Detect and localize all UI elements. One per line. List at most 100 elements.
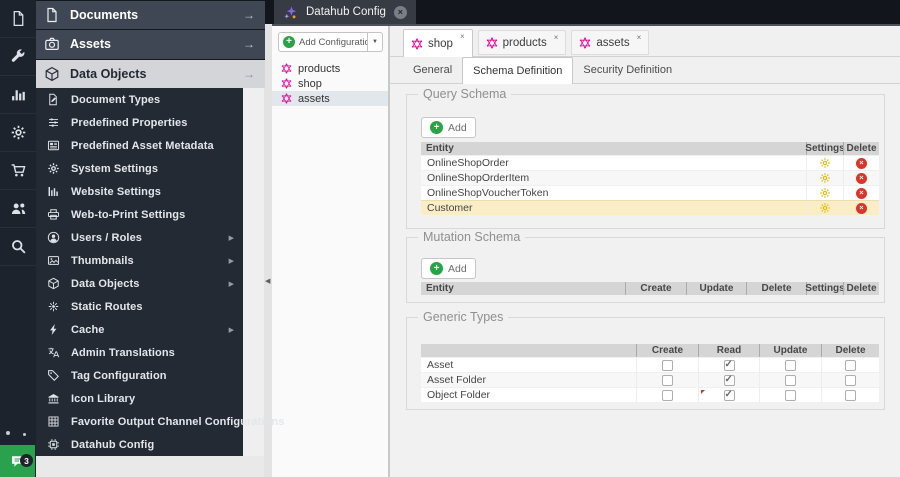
add-configuration-button[interactable]: + Add Configuration bbox=[278, 32, 368, 52]
workspace-tabbar: Datahub Config × bbox=[264, 0, 900, 26]
submenu-item-icon bbox=[47, 185, 60, 198]
query-schema-row[interactable]: Customer × bbox=[421, 200, 879, 215]
config-tab[interactable]: assets × bbox=[571, 30, 650, 55]
table-header: Create Read Update Delete bbox=[421, 344, 879, 357]
settings-gear-icon[interactable] bbox=[819, 187, 831, 199]
delete-checkbox[interactable] bbox=[845, 374, 856, 386]
column-header-delete2[interactable]: Delete bbox=[843, 282, 879, 295]
configuration-tree-item[interactable]: products bbox=[272, 61, 388, 76]
submenu-item[interactable]: Thumbnails ▶ bbox=[36, 249, 243, 272]
config-tab[interactable]: shop × bbox=[403, 29, 473, 57]
close-icon[interactable]: × bbox=[637, 33, 642, 42]
settings-gear-icon[interactable] bbox=[819, 202, 831, 214]
strip-tool-button[interactable] bbox=[0, 76, 36, 114]
strip-tool-button[interactable] bbox=[0, 152, 36, 190]
read-checkbox[interactable] bbox=[723, 374, 735, 386]
column-header-settings[interactable]: Settings bbox=[805, 142, 845, 155]
strip-tool-icon bbox=[10, 48, 27, 65]
column-header-update[interactable]: Update bbox=[759, 344, 821, 357]
settings-gear-icon[interactable] bbox=[819, 172, 831, 184]
update-checkbox[interactable] bbox=[785, 374, 796, 386]
column-header-create[interactable]: Create bbox=[625, 282, 686, 295]
workspace-tab-datahub-config[interactable]: Datahub Config × bbox=[274, 0, 416, 24]
menu-header-icon bbox=[44, 36, 60, 52]
delete-icon[interactable]: × bbox=[856, 157, 867, 169]
definition-subtab-label: Security Definition bbox=[583, 64, 673, 76]
submenu-item[interactable]: System Settings ▶ bbox=[36, 157, 243, 180]
strip-tool-icon bbox=[10, 238, 27, 255]
config-tab[interactable]: products × bbox=[477, 30, 567, 55]
submenu-item-icon bbox=[47, 231, 60, 244]
column-header-read[interactable]: Read bbox=[698, 344, 759, 357]
submenu-item[interactable]: Website Settings ▶ bbox=[36, 180, 243, 203]
column-header-delete[interactable]: Delete bbox=[843, 142, 879, 155]
delete-icon[interactable]: × bbox=[856, 187, 867, 199]
close-icon[interactable]: × bbox=[554, 33, 559, 42]
strip-tool-button[interactable] bbox=[0, 190, 36, 228]
entity-cell: Customer bbox=[427, 202, 473, 214]
column-header-create[interactable]: Create bbox=[636, 344, 698, 357]
submenu-item[interactable]: Cache ▶ bbox=[36, 318, 243, 341]
update-checkbox[interactable] bbox=[785, 359, 796, 371]
column-header-delete[interactable]: Delete bbox=[746, 282, 806, 295]
mutation-schema-add-button[interactable]: + Add bbox=[421, 258, 476, 279]
graphql-icon bbox=[411, 37, 423, 50]
create-checkbox[interactable] bbox=[662, 374, 673, 386]
delete-icon[interactable]: × bbox=[856, 172, 867, 184]
close-icon[interactable]: × bbox=[460, 32, 465, 41]
submenu-item[interactable]: Data Objects ▶ bbox=[36, 272, 243, 295]
read-checkbox[interactable] bbox=[723, 359, 735, 371]
column-header-entity[interactable]: Entity bbox=[421, 282, 625, 295]
submenu-item[interactable]: Users / Roles ▶ bbox=[36, 226, 243, 249]
submenu-item[interactable]: Static Routes ▶ bbox=[36, 295, 243, 318]
update-checkbox[interactable] bbox=[785, 389, 796, 401]
delete-checkbox[interactable] bbox=[845, 389, 856, 401]
close-icon[interactable]: × bbox=[393, 5, 407, 19]
submenu-item[interactable]: Tag Configuration ▶ bbox=[36, 364, 243, 387]
definition-subtab[interactable]: General bbox=[403, 58, 462, 82]
column-header-settings[interactable]: Settings bbox=[805, 282, 845, 295]
create-checkbox[interactable] bbox=[662, 359, 673, 371]
strip-tool-button[interactable] bbox=[0, 228, 36, 266]
strip-tool-button[interactable] bbox=[0, 38, 36, 76]
column-header-update[interactable]: Update bbox=[686, 282, 746, 295]
submenu-item[interactable]: Datahub Config ▶ bbox=[36, 433, 243, 456]
configuration-tree-item[interactable]: shop bbox=[272, 76, 388, 91]
delete-checkbox[interactable] bbox=[845, 359, 856, 371]
query-schema-row[interactable]: OnlineShopOrder × bbox=[421, 155, 879, 170]
configuration-tree-item[interactable]: assets bbox=[272, 91, 388, 106]
delete-icon[interactable]: × bbox=[856, 202, 867, 214]
strip-tool-button[interactable] bbox=[0, 0, 36, 38]
submenu-item-label: Cache bbox=[71, 323, 105, 336]
submenu-item[interactable]: Document Types ▶ bbox=[36, 88, 243, 111]
menu-header[interactable]: Assets → bbox=[36, 30, 265, 59]
arrow-right-icon: → bbox=[243, 8, 255, 23]
query-schema-row[interactable]: OnlineShopVoucherToken × bbox=[421, 185, 879, 200]
menu-header[interactable]: Data Objects → bbox=[36, 59, 265, 88]
strip-tool-button[interactable] bbox=[0, 114, 36, 152]
arrow-right-icon: → bbox=[243, 37, 255, 52]
status-dot bbox=[6, 431, 10, 435]
collapse-left-icon[interactable]: ◀ bbox=[265, 277, 270, 285]
submenu-item[interactable]: Web-to-Print Settings ▶ bbox=[36, 203, 243, 226]
query-schema-add-button[interactable]: + Add bbox=[421, 117, 476, 138]
column-header-entity[interactable]: Entity bbox=[421, 142, 806, 155]
read-checkbox[interactable] bbox=[723, 389, 735, 401]
settings-cell bbox=[806, 186, 843, 200]
submenu-item[interactable]: Icon Library ▶ bbox=[36, 387, 243, 410]
menu-header[interactable]: Documents → bbox=[36, 1, 265, 30]
settings-gear-icon[interactable] bbox=[819, 157, 831, 169]
create-checkbox[interactable] bbox=[662, 389, 673, 401]
add-configuration-dropdown[interactable]: ▼ bbox=[368, 32, 383, 52]
submenu-item[interactable]: Admin Translations ▶ bbox=[36, 341, 243, 364]
definition-subtab[interactable]: Schema Definition bbox=[462, 57, 574, 84]
submenu-item[interactable]: Favorite Output Channel Configurations ▶ bbox=[36, 410, 284, 433]
submenu-item[interactable]: Predefined Asset Metadata ▶ bbox=[36, 134, 243, 157]
query-schema-row[interactable]: OnlineShopOrderItem × bbox=[421, 170, 879, 185]
submenu-item-label: Tag Configuration bbox=[71, 369, 167, 382]
definition-subtab[interactable]: Security Definition bbox=[573, 58, 682, 82]
notifications-button[interactable]: 3 bbox=[0, 445, 35, 477]
submenu-item[interactable]: Predefined Properties ▶ bbox=[36, 111, 243, 134]
panel-splitter[interactable]: ◀ bbox=[264, 24, 272, 477]
column-header-delete[interactable]: Delete bbox=[821, 344, 879, 357]
